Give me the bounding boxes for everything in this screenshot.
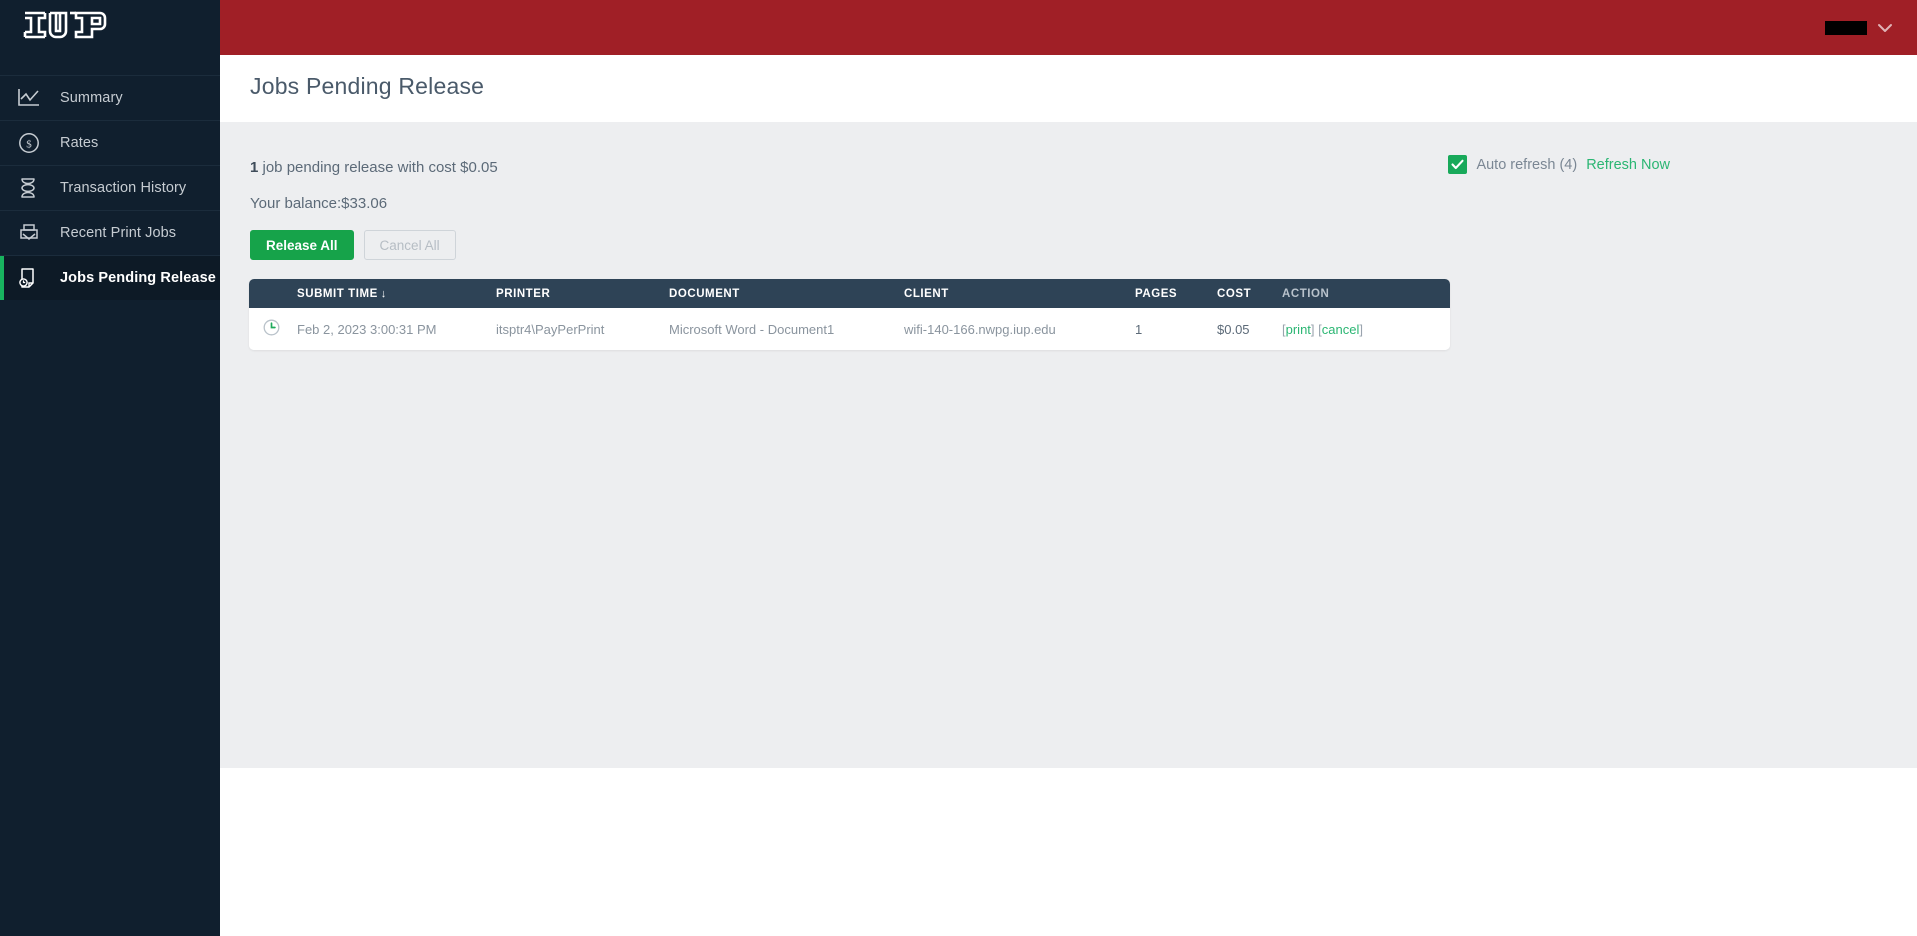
cell-cost: $0.05: [1217, 321, 1250, 337]
user-menu[interactable]: [1825, 20, 1893, 35]
th-printer-label: PRINTER: [496, 287, 551, 300]
title-band: Jobs Pending Release: [220, 55, 1917, 122]
checkmark-icon: [1451, 159, 1464, 170]
iup-logo-icon: [23, 11, 107, 38]
sidebar-item-label: Summary: [60, 90, 123, 106]
sidebar-nav: Summary $ Rates Transaction History Rece…: [0, 75, 220, 300]
th-printer[interactable]: PRINTER: [496, 279, 669, 308]
th-action-label: ACTION: [1282, 287, 1330, 300]
topbar: [220, 0, 1917, 55]
svg-text:$: $: [26, 139, 32, 151]
sort-descending-icon: ↓: [380, 287, 387, 300]
pending-summary: 1 job pending release with cost $0.05: [250, 159, 498, 176]
sidebar-item-recent-print-jobs[interactable]: Recent Print Jobs: [0, 210, 220, 255]
cell-pages: 1: [1135, 321, 1143, 337]
table-row: Feb 2, 2023 3:00:31 PM itsptr4\PayPerPri…: [249, 308, 1450, 350]
sidebar-item-transaction-history[interactable]: Transaction History: [0, 165, 220, 210]
bulk-action-buttons: Release All Cancel All: [250, 230, 456, 260]
auto-refresh-label: Auto refresh (4): [1476, 156, 1578, 173]
sidebar-item-jobs-pending-release[interactable]: Jobs Pending Release: [0, 255, 220, 300]
th-client-label: CLIENT: [904, 287, 949, 300]
dollar-circle-icon: $: [18, 131, 48, 155]
refresh-now-link[interactable]: Refresh Now: [1586, 157, 1670, 173]
th-cost[interactable]: COST: [1217, 279, 1282, 308]
cancel-all-button: Cancel All: [363, 230, 456, 260]
hourglass-icon: [18, 176, 48, 200]
jobs-table-element: SUBMIT TIME ↓ PRINTER DOCUMENT CLIENT PAG…: [249, 279, 1450, 350]
cell-action: [print] [cancel]: [1282, 308, 1450, 350]
row-status-cell: [249, 308, 297, 350]
th-pages[interactable]: PAGES: [1135, 279, 1217, 308]
sidebar-item-label: Recent Print Jobs: [60, 225, 177, 241]
sidebar-item-label: Rates: [60, 135, 99, 151]
username-redacted: [1825, 20, 1867, 35]
page-title: Jobs Pending Release: [250, 73, 485, 99]
th-document-label: DOCUMENT: [669, 287, 740, 300]
jobs-table-body: Feb 2, 2023 3:00:31 PM itsptr4\PayPerPri…: [249, 308, 1450, 350]
sidebar-item-summary[interactable]: Summary: [0, 75, 220, 120]
sidebar-item-label: Transaction History: [60, 180, 187, 196]
auto-refresh-control: Auto refresh (4) Refresh Now: [1448, 155, 1670, 174]
pending-count-text: job pending release with cost $0.05: [258, 159, 498, 176]
jobs-table-head: SUBMIT TIME ↓ PRINTER DOCUMENT CLIENT PAG…: [249, 279, 1450, 308]
print-link[interactable]: print: [1286, 322, 1311, 337]
sidebar-item-rates[interactable]: $ Rates: [0, 120, 220, 165]
printer-icon: [18, 221, 48, 245]
th-document[interactable]: DOCUMENT: [669, 279, 904, 308]
document-clock-icon: [18, 266, 48, 290]
th-submit-time-label: SUBMIT TIME: [297, 287, 378, 300]
bracket-close: ]: [1310, 321, 1315, 337]
main-content: 1 job pending release with cost $0.05 Yo…: [220, 122, 1917, 768]
th-submit-time[interactable]: SUBMIT TIME ↓: [297, 279, 496, 308]
jobs-table: SUBMIT TIME ↓ PRINTER DOCUMENT CLIENT PAG…: [249, 279, 1450, 350]
chart-line-icon: [18, 86, 48, 110]
cell-document: Microsoft Word - Document1: [669, 321, 835, 337]
cell-submit-time: Feb 2, 2023 3:00:31 PM: [297, 321, 437, 337]
cell-client: wifi-140-166.nwpg.iup.edu: [904, 321, 1056, 337]
chevron-down-icon[interactable]: [1877, 23, 1893, 33]
bracket-close-2: ]: [1359, 321, 1363, 337]
cell-printer: itsptr4\PayPerPrint: [496, 321, 605, 337]
th-icon: [249, 279, 297, 308]
page-root: Summary $ Rates Transaction History Rece…: [0, 0, 1917, 936]
table-header-row: SUBMIT TIME ↓ PRINTER DOCUMENT CLIENT PAG…: [249, 279, 1450, 308]
th-action: ACTION: [1282, 279, 1450, 308]
auto-refresh-checkbox[interactable]: [1448, 155, 1468, 174]
sidebar: Summary $ Rates Transaction History Rece…: [0, 0, 220, 936]
cancel-link[interactable]: cancel: [1322, 322, 1360, 337]
th-cost-label: COST: [1217, 287, 1252, 300]
sidebar-item-label: Jobs Pending Release: [60, 270, 216, 286]
iup-logo[interactable]: [0, 0, 220, 55]
clock-icon: [263, 319, 280, 336]
th-client[interactable]: CLIENT: [904, 279, 1135, 308]
balance-text: Your balance:$33.06: [250, 195, 388, 212]
release-all-button[interactable]: Release All: [250, 230, 354, 260]
th-pages-label: PAGES: [1135, 287, 1178, 300]
